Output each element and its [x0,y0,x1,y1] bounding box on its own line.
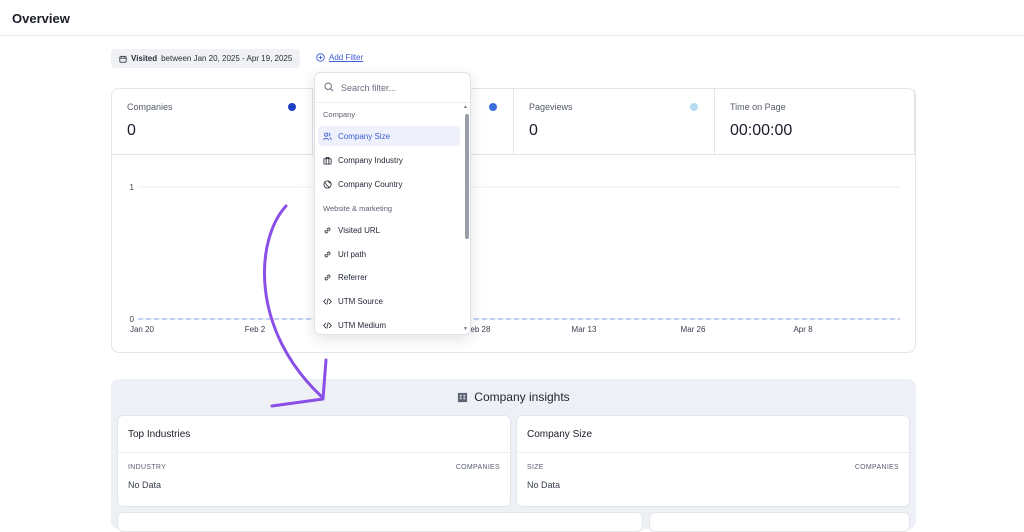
filter-search [315,73,470,103]
empty-state: No Data [527,480,561,490]
filter-item-label: Visited URL [338,225,381,235]
x-tick-label: Feb 2 [245,325,266,334]
filter-item-visited-url[interactable]: Visited URL [318,220,460,240]
section-title-company: Company [323,110,356,119]
filter-item-utm-medium[interactable]: UTM Medium [318,315,460,334]
plus-circle-icon [316,53,325,62]
stat-label: Time on Page [730,102,786,112]
filter-item-label: Company Industry [338,155,403,165]
divider [517,452,909,453]
y-tick-label: 0 [130,315,135,324]
date-range-chip[interactable]: Visited between Jan 20, 2025 - Apr 19, 2… [111,49,301,68]
building-icon [458,392,468,402]
series-dot [288,103,296,111]
users-icon [323,132,332,140]
filter-item-utm-source[interactable]: UTM Source [318,291,460,311]
x-tick-label: Jan 20 [130,325,155,334]
stat-label: Pageviews [529,102,573,112]
filter-item-label: Company Size [338,131,391,141]
globe-icon [323,179,332,189]
filter-item-label: UTM Source [338,296,383,306]
x-tick-label: Apr 8 [793,325,813,334]
scrollbar-thumb[interactable] [465,114,469,239]
add-filter-button[interactable]: Add Filter [316,53,363,62]
filter-item-url-path[interactable]: Url path [318,244,460,264]
section-title-website-marketing: Website & marketing [323,204,393,213]
insights-title: Company insights [111,390,916,404]
stat-value: 0 [127,122,136,139]
column-header: COMPANIES [455,464,500,471]
insights-title-text: Company insights [474,390,570,404]
empty-state: No Data [128,480,162,490]
link-icon [324,251,331,257]
top-industries-card: Top Industries INDUSTRY COMPANIES No Dat… [117,415,511,507]
filter-item-company-country[interactable]: Company Country [318,174,460,194]
card-title: Top Industries [128,429,191,440]
column-header: SIZE [527,464,544,471]
date-chip-range: between Jan 20, 2025 - Apr 19, 2025 [161,54,293,63]
date-chip-label: Visited [131,54,158,63]
filter-item-label: Referrer [338,272,368,282]
insights-card-partial [117,512,643,532]
insights-card-partial [649,512,910,532]
stat-pageviews[interactable]: Pageviews 0 [514,89,715,155]
company-insights-panel: Company insights Top Industries INDUSTRY… [111,379,916,532]
code-icon [323,297,332,305]
stat-value: 00:00:00 [730,122,793,139]
series-dot [489,103,497,111]
filter-item-label: UTM Medium [338,320,387,330]
stat-label: Companies [127,102,173,112]
filter-item-label: Company Country [338,179,403,189]
company-size-card: Company Size SIZE COMPANIES No Data [516,415,910,507]
link-icon [324,274,331,280]
link-icon [324,227,331,233]
scroll-up-icon[interactable]: ▲ [463,104,468,110]
column-header: INDUSTRY [128,464,167,471]
stats-card: Companies 0 Pageviews 0 Time on Page 00:… [111,88,916,353]
stat-value: 0 [529,122,538,139]
column-header: COMPANIES [854,464,899,471]
series-dot [690,103,698,111]
search-icon [324,82,334,92]
filter-item-label: Url path [338,249,367,259]
filter-item-company-size[interactable]: Company Size [318,126,460,146]
stat-companies[interactable]: Companies 0 [112,89,313,155]
stat-time-on-page[interactable]: Time on Page 00:00:00 [715,89,915,155]
filter-item-company-industry[interactable]: Company Industry [318,150,460,170]
divider [118,452,510,453]
y-tick-label: 1 [130,183,135,192]
code-icon [323,321,332,329]
filter-search-input[interactable] [341,80,461,96]
filter-dropdown[interactable]: Company Company Size Company Industry Co… [314,72,471,335]
calendar-icon [119,55,127,63]
x-tick-label: Mar 26 [681,325,706,334]
x-tick-label: Mar 13 [572,325,597,334]
page-title: Overview [12,11,70,26]
scroll-down-icon[interactable]: ▼ [463,326,468,332]
add-filter-label: Add Filter [329,53,364,62]
traffic-chart: 10Jan 20 Feb 2 Feb 28 Mar 13 Mar 26 Apr 8 [130,183,900,334]
top-bar: Overview [0,0,1024,36]
filter-item-referrer[interactable]: Referrer [318,267,460,287]
card-title: Company Size [527,429,593,440]
briefcase-icon [323,156,332,165]
